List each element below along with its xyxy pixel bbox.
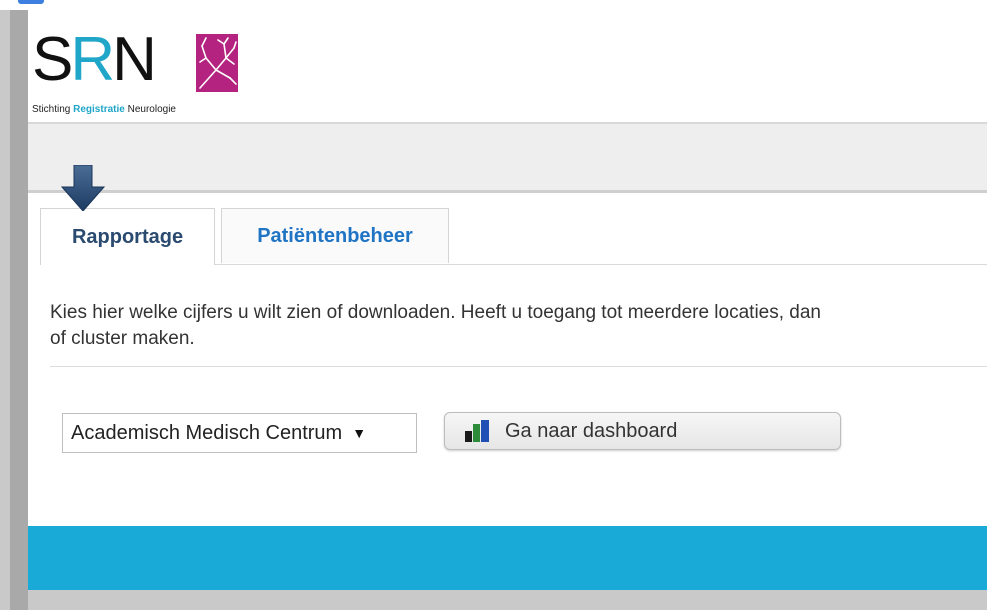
header: SRN Stichting Registratie Neurologie — [28, 10, 987, 124]
tab-rapportage[interactable]: Rapportage — [40, 208, 215, 265]
app-frame: SRN Stichting Registratie Neurologie Rap… — [28, 10, 987, 590]
browser-top-strip — [0, 0, 987, 10]
neuron-logo-icon — [196, 34, 238, 92]
navigation-bar — [28, 124, 987, 193]
tab-bar: Rapportage Patiëntenbeheer — [40, 208, 987, 265]
logo-letter-r: R — [70, 25, 115, 94]
footer-bar — [28, 526, 987, 590]
tab-label: Rapportage — [71, 225, 184, 248]
intro-text-line-1: Kies hier welke cijfers u wilt zien of d… — [50, 302, 821, 323]
intro-text-line-2: of cluster maken. — [50, 328, 195, 349]
location-select-value: Academisch Medisch Centrum — [71, 421, 343, 444]
tagline-part-2: Neurologie — [124, 104, 176, 115]
intro-text: Kies hier welke cijfers u wilt zien of d… — [50, 300, 987, 352]
tab-label: Patiëntenbeheer — [257, 224, 413, 247]
browser-tab-indicator — [18, 0, 44, 4]
logo-tagline: Stichting Registratie Neurologie — [32, 104, 176, 115]
go-to-dashboard-label: Ga naar dashboard — [505, 419, 678, 442]
location-select[interactable]: Academisch Medisch Centrum ▼ — [62, 413, 417, 453]
bar-chart-icon — [465, 420, 489, 442]
arrow-down-icon — [60, 165, 106, 211]
srn-logo[interactable]: SRN Stichting Registratie Neurologie — [32, 29, 242, 118]
page-left-shadow — [10, 10, 28, 610]
caret-down-icon: ▼ — [352, 425, 367, 441]
logo-letter-s: S — [32, 25, 73, 94]
tagline-part-1: Stichting — [32, 104, 74, 115]
logo-letters: SRN — [32, 29, 157, 91]
tagline-highlight: Registratie — [73, 104, 125, 115]
logo-letter-n: N — [112, 25, 157, 94]
go-to-dashboard-button[interactable]: Ga naar dashboard — [444, 412, 841, 450]
content-divider — [50, 366, 987, 367]
tab-patientenbeheer[interactable]: Patiëntenbeheer — [221, 208, 449, 263]
